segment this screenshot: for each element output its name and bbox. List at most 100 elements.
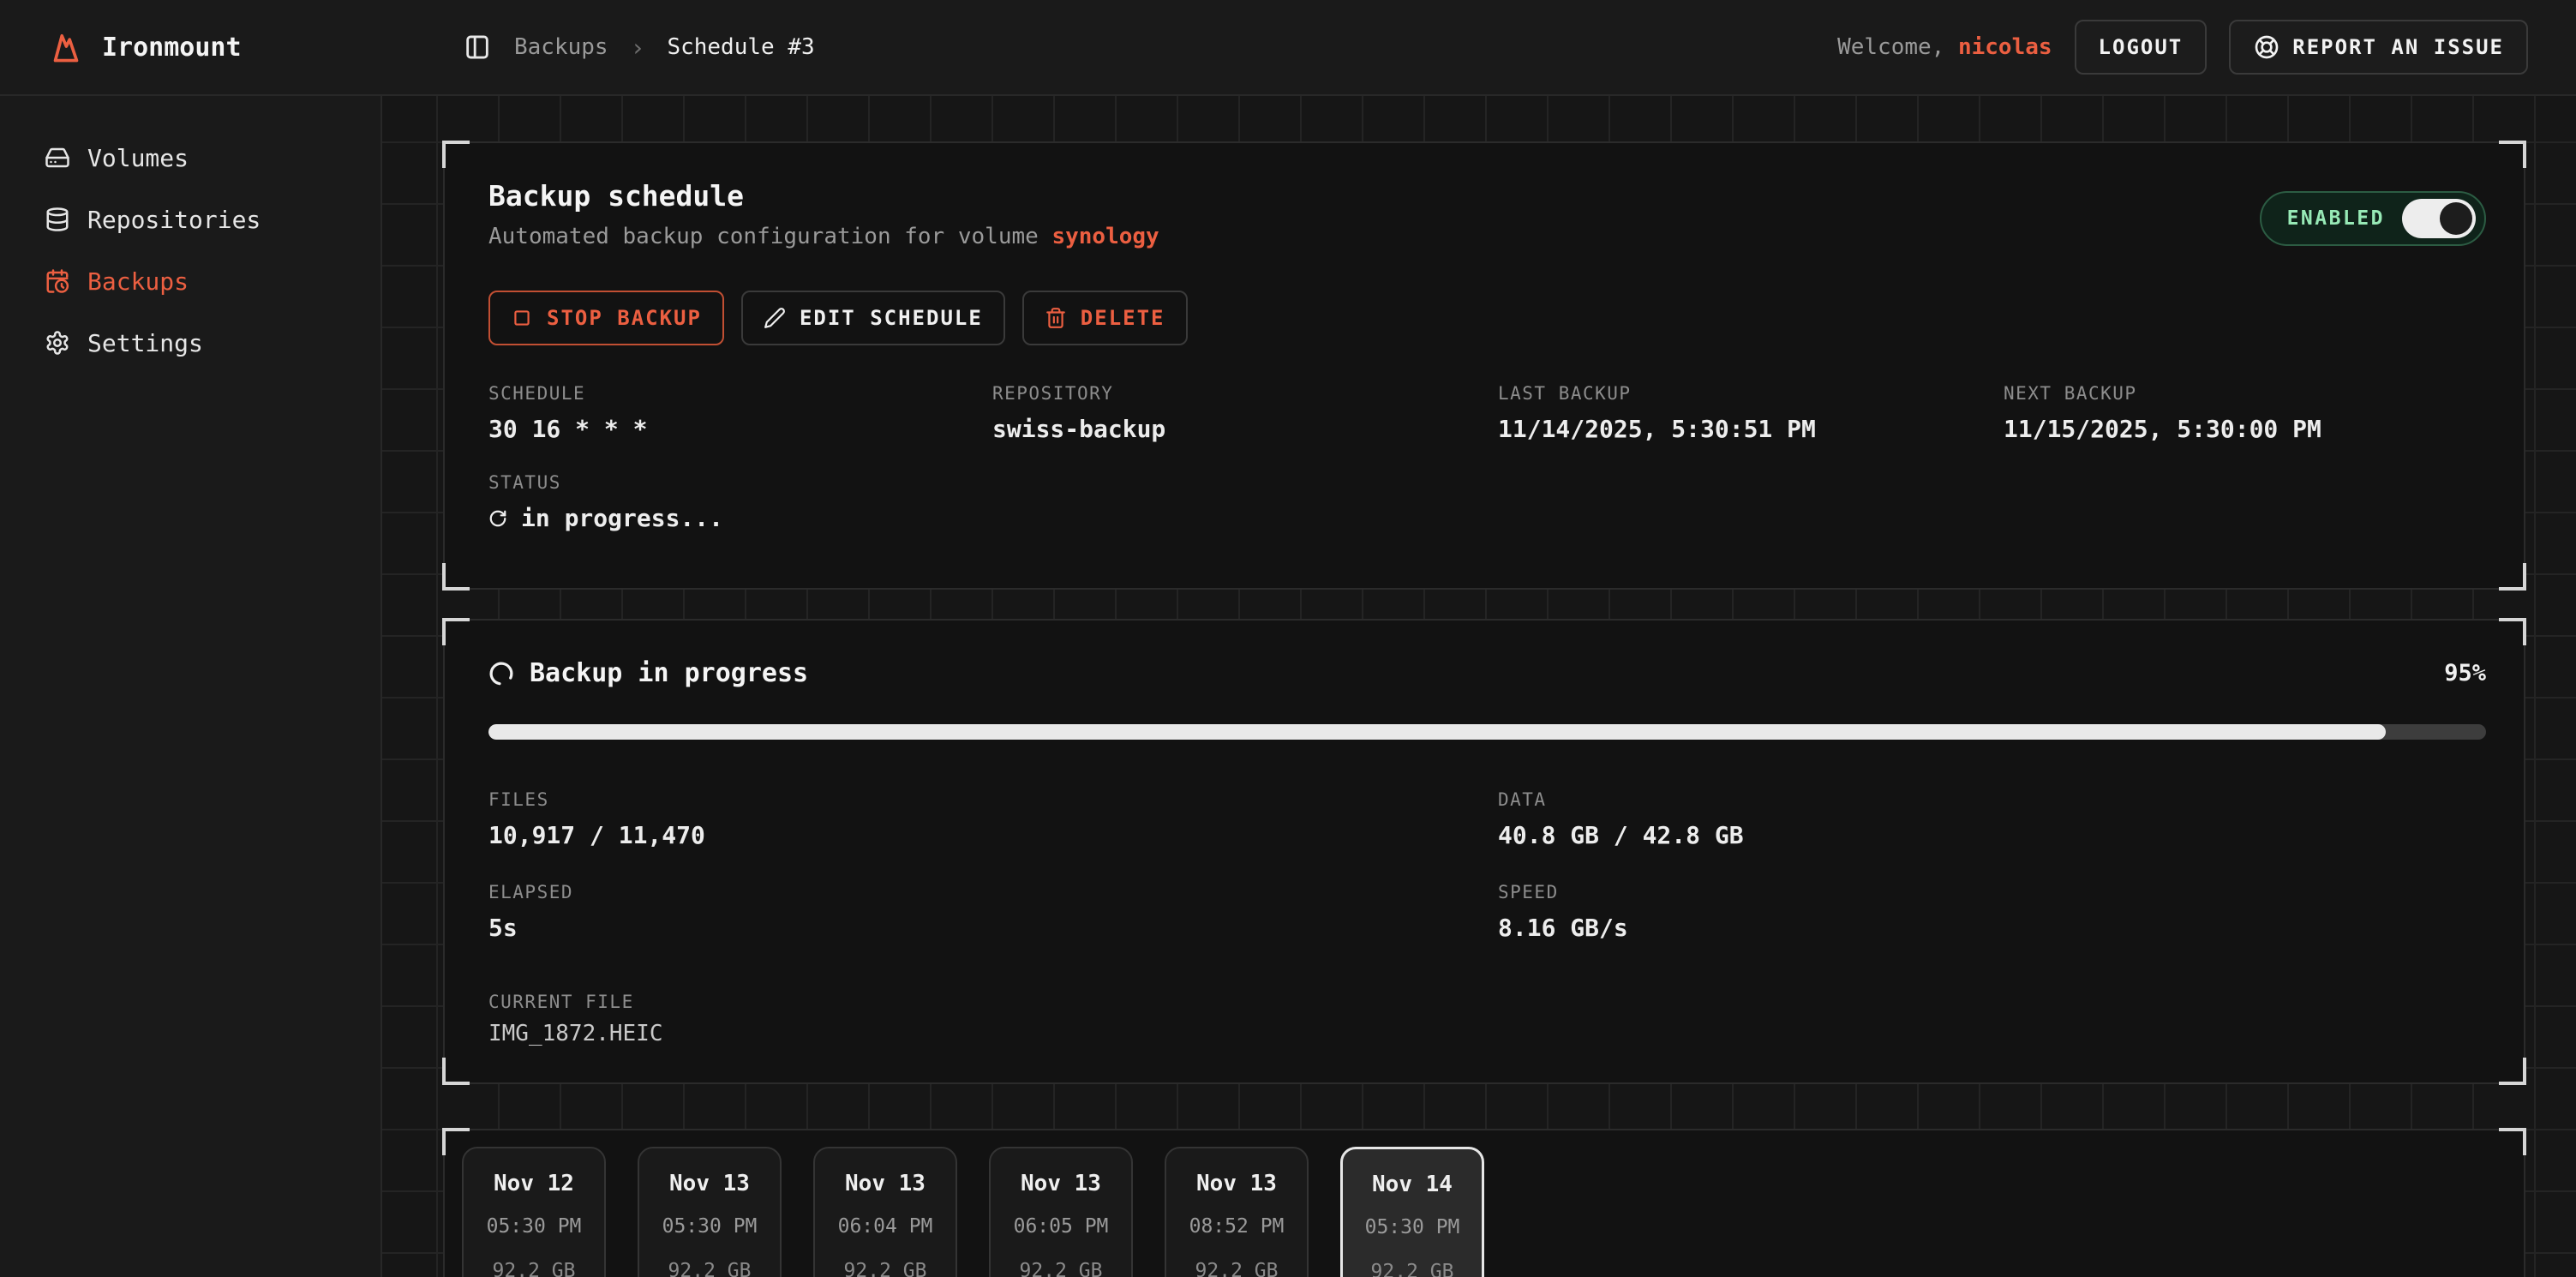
- stop-backup-label: STOP BACKUP: [547, 306, 702, 330]
- stat-label: DATA: [1498, 789, 2486, 810]
- stat-data: DATA 40.8 GB / 42.8 GB: [1498, 789, 2486, 851]
- snapshot-chip[interactable]: Nov 13 06:04 PM 92.2 GB: [813, 1147, 957, 1277]
- enabled-toggle[interactable]: ENABLED: [2260, 191, 2486, 246]
- snapshot-chip[interactable]: Nov 13 08:52 PM 92.2 GB: [1165, 1147, 1309, 1277]
- toggle-switch[interactable]: [2402, 199, 2476, 238]
- corner-bracket: [2499, 141, 2526, 168]
- snapshot-time: 08:52 PM: [1166, 1215, 1307, 1238]
- snapshot-date: Nov 13: [1166, 1171, 1307, 1196]
- toggle-knob: [2440, 202, 2472, 235]
- detail-next-backup: NEXT BACKUP 11/15/2025, 5:30:00 PM: [2004, 383, 2486, 445]
- username: nicolas: [1958, 34, 2052, 60]
- logout-label: LOGOUT: [2099, 35, 2184, 59]
- main-content: Backup schedule Automated backup configu…: [382, 96, 2576, 1277]
- progress-percent: 95%: [2444, 660, 2486, 686]
- stat-value: 5s: [488, 913, 1498, 944]
- stop-backup-button[interactable]: STOP BACKUP: [488, 291, 724, 345]
- detail-value: 30 16 * * *: [488, 414, 992, 445]
- corner-bracket: [442, 563, 470, 591]
- logout-button[interactable]: LOGOUT: [2075, 20, 2208, 75]
- welcome-prefix: Welcome,: [1837, 34, 1944, 60]
- status-value: in progress...: [488, 503, 2486, 534]
- corner-bracket: [2499, 1128, 2526, 1155]
- snapshot-time: 06:05 PM: [991, 1215, 1131, 1238]
- panel-left-icon[interactable]: [463, 33, 492, 62]
- stat-speed: SPEED 8.16 GB/s: [1498, 882, 2486, 944]
- delete-button[interactable]: DELETE: [1022, 291, 1188, 345]
- stat-value: 8.16 GB/s: [1498, 913, 2486, 944]
- snapshot-list: Nov 12 05:30 PM 92.2 GB Nov 13 05:30 PM …: [462, 1147, 2507, 1277]
- breadcrumb-section[interactable]: Backups: [514, 34, 608, 60]
- snapshot-chip[interactable]: Nov 12 05:30 PM 92.2 GB: [462, 1147, 606, 1277]
- corner-bracket: [2499, 618, 2526, 645]
- card-title: Backup schedule: [488, 179, 1159, 213]
- status-text: in progress...: [521, 503, 723, 534]
- calendar-clock-icon: [45, 268, 70, 294]
- snapshot-chip[interactable]: Nov 13 06:05 PM 92.2 GB: [989, 1147, 1133, 1277]
- corner-bracket: [442, 618, 470, 645]
- sidebar-item-repositories[interactable]: Repositories: [0, 189, 380, 250]
- sidebar-item-label: Repositories: [87, 206, 261, 234]
- detail-schedule: SCHEDULE 30 16 * * *: [488, 383, 992, 445]
- progress-stats: FILES 10,917 / 11,470 DATA 40.8 GB / 42.…: [488, 789, 2486, 944]
- edit-schedule-label: EDIT SCHEDULE: [800, 306, 983, 330]
- status-label: STATUS: [488, 472, 2486, 493]
- backup-history-card: Nov 12 05:30 PM 92.2 GB Nov 13 05:30 PM …: [443, 1129, 2525, 1277]
- stop-square-icon: [511, 307, 533, 329]
- corner-bracket: [442, 1058, 470, 1085]
- current-file-value: IMG_1872.HEIC: [488, 1021, 2486, 1046]
- trash-icon: [1045, 307, 1067, 329]
- snapshot-date: Nov 13: [991, 1171, 1131, 1196]
- snapshot-date: Nov 13: [639, 1171, 780, 1196]
- volume-name: synology: [1051, 224, 1159, 249]
- sidebar-item-backups[interactable]: Backups: [0, 250, 380, 312]
- status-block: STATUS in progress...: [488, 472, 2486, 534]
- breadcrumb-current: Schedule #3: [667, 34, 814, 60]
- gear-icon: [45, 330, 70, 356]
- header-actions: Welcome, nicolas LOGOUT REPORT AN ISSUE: [1837, 20, 2528, 75]
- snapshot-size: 92.2 GB: [464, 1260, 604, 1277]
- lifebuoy-icon: [2253, 33, 2280, 61]
- current-file-label: CURRENT FILE: [488, 992, 2486, 1012]
- snapshot-size: 92.2 GB: [815, 1260, 956, 1277]
- stat-value: 10,917 / 11,470: [488, 820, 1498, 851]
- snapshot-time: 05:30 PM: [464, 1215, 604, 1238]
- corner-bracket: [442, 141, 470, 168]
- progress-fill: [488, 724, 2386, 740]
- corner-bracket: [442, 1128, 470, 1155]
- current-file-block: CURRENT FILE IMG_1872.HEIC: [488, 992, 2486, 1046]
- welcome-text: Welcome, nicolas: [1837, 34, 2052, 60]
- schedule-card-heading: Backup schedule Automated backup configu…: [488, 179, 1159, 251]
- snapshot-chip[interactable]: Nov 13 05:30 PM 92.2 GB: [638, 1147, 782, 1277]
- sidebar: Volumes Repositories Backups: [0, 96, 382, 1277]
- rotate-icon: [488, 509, 507, 528]
- mountain-logo-icon: [47, 28, 85, 66]
- corner-bracket: [2499, 563, 2526, 591]
- detail-value: swiss-backup: [992, 414, 1498, 445]
- report-issue-button[interactable]: REPORT AN ISSUE: [2229, 20, 2528, 75]
- sidebar-item-settings[interactable]: Settings: [0, 312, 380, 374]
- top-bar: Ironmount Backups › Schedule #3 Welcome,…: [0, 0, 2576, 96]
- snapshot-date: Nov 14: [1343, 1172, 1482, 1197]
- snapshot-chip-selected[interactable]: Nov 14 05:30 PM 92.2 GB: [1340, 1147, 1484, 1277]
- subtitle-text: Automated backup configuration for volum…: [488, 224, 1051, 249]
- snapshot-size: 92.2 GB: [639, 1260, 780, 1277]
- sidebar-item-label: Settings: [87, 329, 203, 357]
- detail-label: NEXT BACKUP: [2004, 383, 2486, 404]
- sidebar-item-volumes[interactable]: Volumes: [0, 127, 380, 189]
- snapshot-time: 05:30 PM: [639, 1215, 780, 1238]
- detail-label: REPOSITORY: [992, 383, 1498, 404]
- sidebar-item-label: Volumes: [87, 144, 189, 172]
- card-subtitle: Automated backup configuration for volum…: [488, 222, 1159, 251]
- stat-label: ELAPSED: [488, 882, 1498, 902]
- backup-schedule-card: Backup schedule Automated backup configu…: [443, 141, 2525, 590]
- brand: Ironmount: [47, 28, 242, 66]
- delete-label: DELETE: [1081, 306, 1165, 330]
- stat-label: SPEED: [1498, 882, 2486, 902]
- database-icon: [45, 207, 70, 232]
- detail-value: 11/15/2025, 5:30:00 PM: [2004, 414, 2486, 445]
- edit-schedule-button[interactable]: EDIT SCHEDULE: [741, 291, 1005, 345]
- spinner-arc-icon: [488, 661, 514, 686]
- snapshot-date: Nov 13: [815, 1171, 956, 1196]
- pencil-icon: [764, 307, 786, 329]
